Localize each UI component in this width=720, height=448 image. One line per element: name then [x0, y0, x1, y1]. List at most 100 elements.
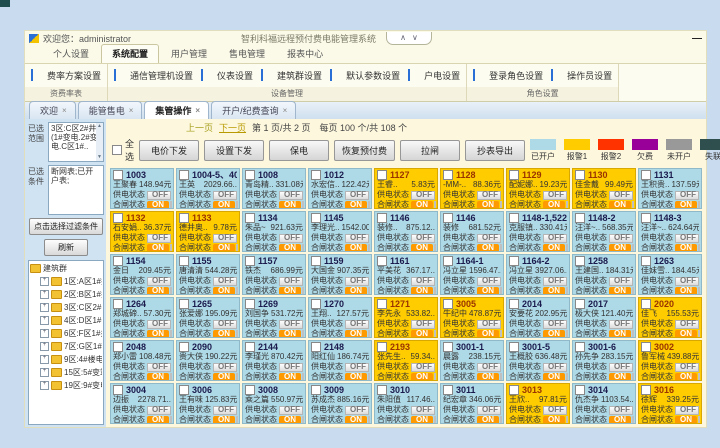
ribbon-button[interactable]: 默认参数设置: [330, 69, 400, 82]
expand-icon[interactable]: +: [40, 290, 49, 299]
on-badge[interactable]: ON: [213, 330, 235, 339]
on-badge[interactable]: ON: [609, 373, 631, 382]
on-badge[interactable]: ON: [147, 373, 169, 382]
close-icon[interactable]: ×: [195, 106, 200, 115]
tree-item[interactable]: + 6区:F区1#井(F区: [30, 328, 102, 339]
meter-card[interactable]: 1130 佳金戴 99.49元 供电状态 OFF 合闸状态 ON: [572, 168, 636, 209]
meter-checkbox[interactable]: [179, 299, 189, 309]
meter-card[interactable]: 1270 王翔.. 127.57元 供电状态 OFF 合闸状态 ON: [308, 297, 372, 338]
on-badge[interactable]: ON: [477, 330, 499, 339]
meter-card[interactable]: 1271 李先永 533.82.. 供电状态 OFF 合闸状态 ON: [374, 297, 438, 338]
meter-checkbox[interactable]: [311, 256, 321, 266]
meter-card[interactable]: 3010 朱阳值 117.46.. 供电状态 OFF 合闸状态 ON: [374, 383, 438, 424]
meter-checkbox[interactable]: [311, 299, 321, 309]
tree-item[interactable]: + 7区:G区1#井: [30, 341, 102, 352]
toolbar-button[interactable]: 设置下发: [204, 140, 264, 161]
meter-checkbox[interactable]: [641, 299, 651, 309]
tree-item[interactable]: + 2区:B区1#井(B区1: [30, 289, 102, 300]
meter-checkbox[interactable]: [641, 213, 651, 223]
meter-checkbox[interactable]: [509, 170, 519, 180]
on-badge[interactable]: ON: [411, 373, 433, 382]
document-tab[interactable]: 欢迎 ×: [29, 101, 76, 119]
meter-checkbox[interactable]: [377, 342, 387, 352]
meter-card[interactable]: 1148-3 汪洋~.. 624.64元 供电状态 OFF 合闸状态 ON: [638, 211, 702, 252]
meter-checkbox[interactable]: [245, 213, 255, 223]
meter-checkbox[interactable]: [113, 342, 123, 352]
meter-card[interactable]: 1148-1,522 克服镇.. 330.41元 供电状态 OFF 合闸状态 O…: [506, 211, 570, 252]
ribbon-button[interactable]: 登录角色设置: [473, 69, 543, 82]
on-badge[interactable]: ON: [675, 330, 697, 339]
menu-tab-2[interactable]: 用户管理: [161, 45, 217, 63]
meter-card[interactable]: 1269 刘国争 531.72元 供电状态 OFF 合闸状态 ON: [242, 297, 306, 338]
ribbon-button[interactable]: 通信管理机设置: [114, 69, 193, 82]
listbox-scrollbar[interactable]: ▲▼: [96, 123, 103, 161]
on-badge[interactable]: ON: [345, 373, 367, 382]
choose-filter-button[interactable]: 点击选择过滤条件: [29, 218, 103, 235]
meter-checkbox[interactable]: [377, 299, 387, 309]
on-badge[interactable]: ON: [345, 330, 367, 339]
meter-card[interactable]: 2014 安要花 202.95元 供电状态 OFF 合闸状态 ON: [506, 297, 570, 338]
meter-card[interactable]: 1134 朱品~ 921.63元 供电状态 OFF 合闸状态 ON: [242, 211, 306, 252]
meter-checkbox[interactable]: [245, 385, 255, 395]
close-icon[interactable]: ×: [62, 106, 67, 115]
on-badge[interactable]: ON: [279, 201, 301, 210]
on-badge[interactable]: ON: [279, 373, 301, 382]
meter-checkbox[interactable]: [377, 385, 387, 395]
on-badge[interactable]: ON: [675, 244, 697, 253]
on-badge[interactable]: ON: [279, 416, 301, 425]
on-badge[interactable]: ON: [477, 244, 499, 253]
meter-checkbox[interactable]: [179, 342, 189, 352]
on-badge[interactable]: ON: [411, 416, 433, 425]
refresh-button[interactable]: 刷新: [44, 239, 88, 256]
meter-checkbox[interactable]: [377, 256, 387, 266]
on-badge[interactable]: ON: [147, 416, 169, 425]
meter-checkbox[interactable]: [245, 256, 255, 266]
meter-checkbox[interactable]: [377, 170, 387, 180]
meter-card[interactable]: 2148 阳红仙 186.74元 供电状态 OFF 合闸状态 ON: [308, 340, 372, 381]
on-badge[interactable]: ON: [543, 244, 565, 253]
menu-tab-3[interactable]: 售电管理: [219, 45, 275, 63]
on-badge[interactable]: ON: [543, 287, 565, 296]
meter-checkbox[interactable]: [245, 299, 255, 309]
meter-card[interactable]: 3008 乘之篇 550.97元 供电状态 OFF 合闸状态 ON: [242, 383, 306, 424]
meter-checkbox[interactable]: [311, 213, 321, 223]
meter-checkbox[interactable]: [575, 385, 585, 395]
on-badge[interactable]: ON: [411, 330, 433, 339]
meter-card[interactable]: 3016 徐辉 339.25元 供电状态 OFF 合闸状态 ON: [638, 383, 702, 424]
on-badge[interactable]: ON: [279, 330, 301, 339]
meter-card[interactable]: 1145 李理光.. 1542.00.. 供电状态 OFF 合闸状态 ON: [308, 211, 372, 252]
expand-icon[interactable]: +: [40, 342, 49, 351]
selected-condition-listbox[interactable]: 断网表;已开户表;: [48, 165, 104, 215]
meter-checkbox[interactable]: [641, 256, 651, 266]
on-badge[interactable]: ON: [609, 201, 631, 210]
meter-card[interactable]: 2048 郑小雷 108.48元 供电状态 OFF 合闸状态 ON: [110, 340, 174, 381]
expand-icon[interactable]: +: [40, 381, 49, 390]
meter-checkbox[interactable]: [443, 342, 453, 352]
meter-checkbox[interactable]: [575, 342, 585, 352]
on-badge[interactable]: ON: [213, 244, 235, 253]
meter-checkbox[interactable]: [641, 385, 651, 395]
meter-card[interactable]: 1164-2 冯立星 3927.06.. 供电状态 OFF 合闸状态 ON: [506, 254, 570, 295]
meter-card[interactable]: 3001-1 晨露 238.15元 供电状态 OFF 合闸状态 ON: [440, 340, 504, 381]
on-badge[interactable]: ON: [675, 416, 697, 425]
prev-page-link[interactable]: 上一页: [186, 121, 213, 134]
tree-item[interactable]: + 1区:A区1#井: [30, 276, 102, 287]
tree-item[interactable]: + 3区:C区2#井(1#: [30, 302, 102, 313]
meter-card[interactable]: 3001-6 孙先争 283.15元 供电状态 OFF 合闸状态 ON: [572, 340, 636, 381]
meter-checkbox[interactable]: [443, 170, 453, 180]
meter-checkbox[interactable]: [509, 213, 519, 223]
meter-checkbox[interactable]: [377, 213, 387, 223]
expand-icon[interactable]: +: [40, 329, 49, 338]
meter-card[interactable]: 3009 苏成杰 885.16元 供电状态 OFF 合闸状态 ON: [308, 383, 372, 424]
on-badge[interactable]: ON: [543, 201, 565, 210]
meter-checkbox[interactable]: [179, 213, 189, 223]
meter-checkbox[interactable]: [641, 170, 651, 180]
on-badge[interactable]: ON: [675, 373, 697, 382]
on-badge[interactable]: ON: [213, 373, 235, 382]
on-badge[interactable]: ON: [213, 287, 235, 296]
tree-item[interactable]: + 9区:4#楼电井(4#: [30, 354, 102, 365]
meter-checkbox[interactable]: [575, 256, 585, 266]
ribbon-button[interactable]: 建筑群设置: [261, 69, 322, 82]
tree-item[interactable]: + 4区:D区1#井(D区: [30, 315, 102, 326]
meter-checkbox[interactable]: [113, 299, 123, 309]
